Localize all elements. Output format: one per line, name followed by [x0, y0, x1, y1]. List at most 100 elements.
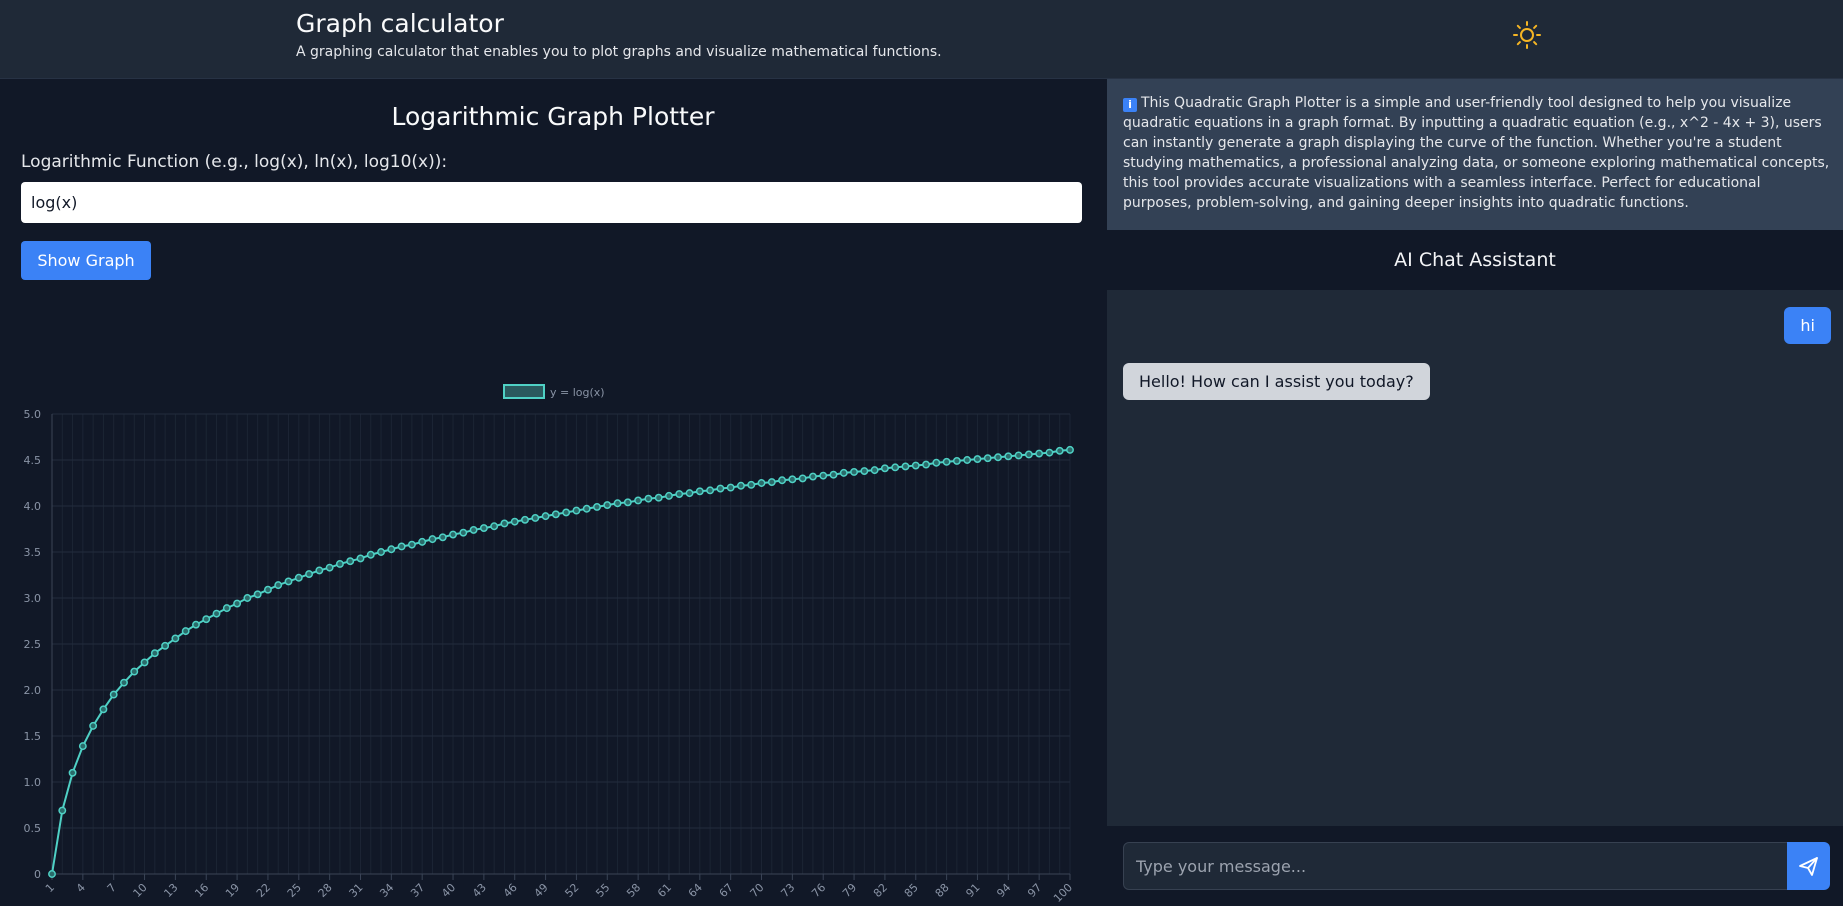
x-tick-label: 64	[686, 881, 705, 900]
data-point	[952, 456, 961, 465]
sun-icon[interactable]	[1512, 20, 1542, 50]
data-point	[366, 550, 375, 559]
legend-swatch	[503, 384, 545, 399]
x-tick-label: 19	[223, 881, 242, 900]
x-tick-label: 70	[748, 881, 767, 900]
data-point	[541, 512, 550, 521]
legend-label: y = log(x)	[550, 386, 605, 399]
info-box: i This Quadratic Graph Plotter is a simpl…	[1107, 79, 1843, 230]
y-tick-label: 0.5	[24, 822, 42, 835]
data-point	[78, 742, 87, 751]
data-point	[161, 641, 170, 650]
data-point	[994, 453, 1002, 462]
data-point	[880, 464, 889, 473]
data-point	[407, 540, 416, 549]
x-tick-label: 49	[532, 881, 551, 900]
data-point	[274, 581, 283, 590]
data-point	[973, 455, 982, 464]
data-point	[901, 462, 910, 471]
show-graph-button[interactable]: Show Graph	[21, 241, 151, 280]
chart-legend[interactable]: y = log(x)	[503, 384, 605, 399]
data-point	[644, 494, 653, 503]
x-tick-label: 25	[285, 881, 304, 900]
x-tick-label: 100	[1051, 881, 1075, 905]
data-point	[140, 658, 149, 667]
chat-composer	[1107, 826, 1843, 906]
data-point	[850, 468, 859, 476]
x-tick-label: 52	[562, 881, 581, 900]
data-point	[253, 590, 262, 599]
x-tick-label: 43	[470, 881, 489, 900]
x-tick-label: 73	[778, 881, 797, 900]
data-point	[531, 514, 540, 522]
data-point	[747, 480, 756, 489]
plotter-panel: Logarithmic Graph Plotter Logarithmic Fu…	[0, 79, 1106, 906]
chat-messages[interactable]: hi Hello! How can I assist you today?	[1107, 290, 1843, 826]
x-tick-label: 22	[254, 881, 273, 900]
data-point	[839, 468, 848, 477]
data-point	[305, 570, 314, 579]
data-point	[469, 525, 478, 534]
data-point	[983, 454, 992, 463]
data-point	[202, 615, 211, 624]
data-point	[294, 573, 303, 582]
data-point	[593, 502, 601, 511]
data-point	[521, 515, 529, 524]
data-point	[449, 530, 457, 539]
data-point	[171, 634, 180, 643]
data-point	[438, 533, 447, 542]
data-point	[222, 604, 231, 613]
data-point	[716, 484, 725, 493]
data-point	[335, 560, 344, 568]
data-point	[397, 542, 406, 551]
function-input-label: Logarithmic Function (e.g., log(x), ln(x…	[21, 152, 448, 172]
data-point	[922, 460, 930, 469]
data-point	[860, 467, 869, 475]
data-point	[510, 517, 519, 526]
app-subtitle: A graphing calculator that enables you t…	[296, 44, 942, 60]
y-tick-label: 3.0	[24, 592, 42, 605]
data-point	[551, 510, 560, 519]
y-tick-label: 1.0	[24, 776, 42, 789]
x-tick-label: 13	[161, 881, 180, 900]
data-point	[1055, 446, 1064, 455]
data-point	[654, 493, 663, 502]
y-tick-label: 2.0	[24, 684, 42, 697]
data-point	[603, 501, 612, 510]
data-point	[706, 486, 715, 495]
data-point	[726, 483, 735, 492]
data-point	[1004, 452, 1013, 461]
data-point	[1066, 445, 1074, 454]
data-point	[788, 475, 797, 484]
send-button[interactable]	[1787, 842, 1830, 890]
function-input[interactable]	[21, 182, 1082, 223]
data-point	[418, 537, 427, 546]
x-tick-label: 79	[840, 881, 859, 900]
x-tick-label: 82	[871, 881, 890, 900]
x-tick-label: 55	[593, 881, 612, 900]
plotter-title: Logarithmic Graph Plotter	[391, 102, 715, 131]
app-header: Graph calculator A graphing calculator t…	[0, 0, 1843, 79]
data-point	[932, 458, 941, 467]
data-point	[675, 490, 684, 498]
x-tick-label: 31	[347, 881, 366, 900]
x-tick-label: 4	[74, 881, 88, 895]
info-text: This Quadratic Graph Plotter is a simple…	[1123, 95, 1830, 211]
data-point	[1024, 450, 1033, 459]
data-point	[120, 678, 128, 687]
data-point	[325, 563, 334, 572]
data-point	[1035, 449, 1044, 458]
y-tick-label: 1.5	[24, 730, 42, 743]
data-point	[315, 566, 324, 575]
y-tick-label: 3.5	[24, 546, 42, 559]
data-point	[130, 667, 139, 676]
chat-input[interactable]	[1123, 842, 1794, 890]
x-tick-label: 76	[809, 881, 828, 900]
y-tick-label: 2.5	[24, 638, 42, 651]
x-tick-label: 85	[902, 881, 921, 900]
x-tick-label: 94	[994, 881, 1013, 900]
data-point	[428, 535, 437, 544]
data-point	[757, 479, 766, 487]
user-message: hi	[1784, 307, 1831, 344]
data-point	[829, 470, 838, 479]
